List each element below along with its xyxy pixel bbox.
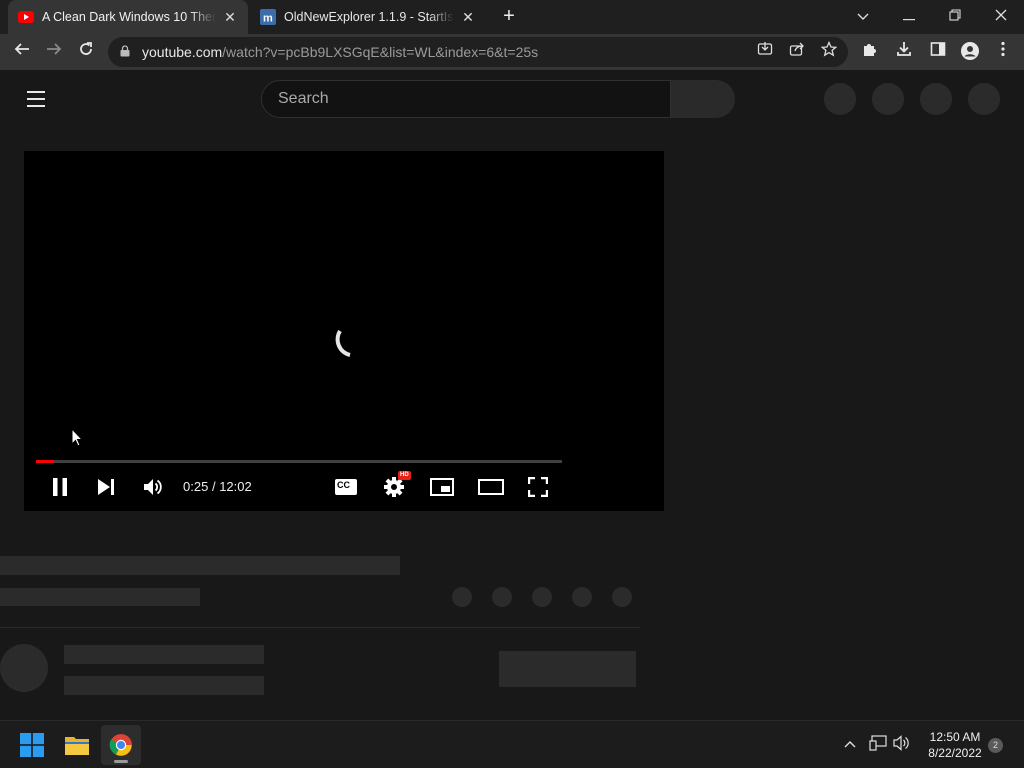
divider (0, 627, 640, 628)
header-placeholder-circle (824, 83, 856, 115)
video-player[interactable]: 0:25 / 12:02 CC HD (24, 151, 664, 511)
progress-played (36, 460, 55, 463)
channel-placeholder (0, 588, 200, 606)
search-box[interactable] (261, 80, 671, 118)
active-app-indicator (114, 760, 128, 763)
system-clock[interactable]: 12:50 AM 8/22/2022 (920, 729, 990, 761)
file-explorer-icon[interactable] (57, 725, 97, 765)
action-placeholder-circle (572, 587, 592, 607)
theater-mode-icon[interactable] (478, 475, 504, 499)
chrome-taskbar-icon[interactable] (101, 725, 141, 765)
captions-cc-icon[interactable]: CC (334, 475, 358, 499)
minimize-icon[interactable] (894, 4, 924, 28)
clock-date: 8/22/2022 (928, 746, 982, 760)
tab-search-chevron-icon[interactable] (848, 4, 878, 28)
subscriber-placeholder (64, 676, 264, 695)
profile-avatar-icon[interactable] (959, 41, 981, 63)
windows-start-icon[interactable] (12, 725, 52, 765)
extensions-puzzle-icon[interactable] (859, 41, 881, 63)
m-site-icon: m (260, 9, 276, 25)
downloads-icon[interactable] (893, 41, 915, 63)
taskbar: 12:50 AM 8/22/2022 2 (0, 720, 1024, 768)
lock-icon[interactable] (120, 44, 134, 60)
title-placeholder (0, 556, 400, 575)
action-placeholder-circle (532, 587, 552, 607)
close-window-icon[interactable] (986, 4, 1016, 28)
volume-icon[interactable] (141, 475, 165, 499)
new-tab-button[interactable]: + (498, 6, 520, 28)
tab-strip: A Clean Dark Windows 10 Theme ✕ m OldNew… (0, 0, 1024, 34)
subscribe-button-placeholder (499, 651, 636, 687)
hd-badge: HD (398, 471, 411, 480)
bookmark-star-icon[interactable] (818, 40, 840, 63)
clock-time: 12:50 AM (929, 730, 981, 744)
action-placeholder-circle (452, 587, 472, 607)
reload-button[interactable] (74, 40, 98, 64)
owner-placeholder (64, 645, 264, 664)
mouse-cursor-icon (71, 427, 84, 452)
header-placeholder-circle (968, 83, 1000, 115)
address-bar[interactable]: youtube.com/watch?v=pcBb9LXSGqE&list=WL&… (108, 37, 848, 67)
share-icon[interactable] (786, 41, 808, 63)
forward-button[interactable] (42, 40, 66, 64)
back-button[interactable] (10, 40, 34, 64)
tab-title: A Clean Dark Windows 10 Theme (42, 10, 216, 24)
hamburger-menu-icon[interactable] (27, 91, 45, 112)
miniplayer-icon[interactable] (430, 475, 454, 499)
tab-title: OldNewExplorer 1.1.9 - StartIsBack (284, 10, 454, 24)
action-placeholder-circle (612, 587, 632, 607)
tab-oldnewexplorer[interactable]: m OldNewExplorer 1.1.9 - StartIsBack ✕ (250, 0, 486, 34)
youtube-page: 0:25 / 12:02 CC HD (0, 70, 1024, 720)
next-button[interactable] (94, 475, 118, 499)
tab-youtube[interactable]: A Clean Dark Windows 10 Theme ✕ (8, 0, 248, 34)
tray-overflow-chevron-icon[interactable] (840, 735, 860, 751)
notification-badge[interactable]: 2 (988, 738, 1003, 753)
time-display: 0:25 / 12:02 (183, 479, 252, 494)
header-placeholder-circle (920, 83, 952, 115)
search-input[interactable] (278, 90, 670, 108)
header-placeholder-circle (872, 83, 904, 115)
url-text: youtube.com/watch?v=pcBb9LXSGqE&list=WL&… (142, 44, 539, 60)
speaker-icon[interactable] (892, 735, 912, 754)
menu-kebab-icon[interactable] (992, 41, 1014, 63)
search-button[interactable] (671, 80, 735, 118)
progress-bar[interactable] (36, 460, 562, 463)
browser-toolbar: youtube.com/watch?v=pcBb9LXSGqE&list=WL&… (0, 34, 1024, 70)
pause-button[interactable] (48, 475, 72, 499)
close-tab-icon[interactable]: ✕ (222, 9, 238, 26)
network-icon[interactable] (868, 735, 888, 754)
settings-gear-icon[interactable]: HD (382, 471, 411, 499)
side-panel-icon[interactable] (927, 41, 949, 63)
youtube-icon (18, 9, 34, 25)
fullscreen-icon[interactable] (526, 475, 550, 499)
svg-text:m: m (263, 13, 273, 25)
loading-spinner-icon (330, 325, 370, 365)
action-placeholder-circle (492, 587, 512, 607)
captions-label: CC (337, 480, 350, 490)
restore-icon[interactable] (940, 4, 970, 28)
install-app-icon[interactable] (754, 41, 776, 63)
close-tab-icon[interactable]: ✕ (460, 9, 476, 26)
avatar-placeholder (0, 644, 48, 692)
